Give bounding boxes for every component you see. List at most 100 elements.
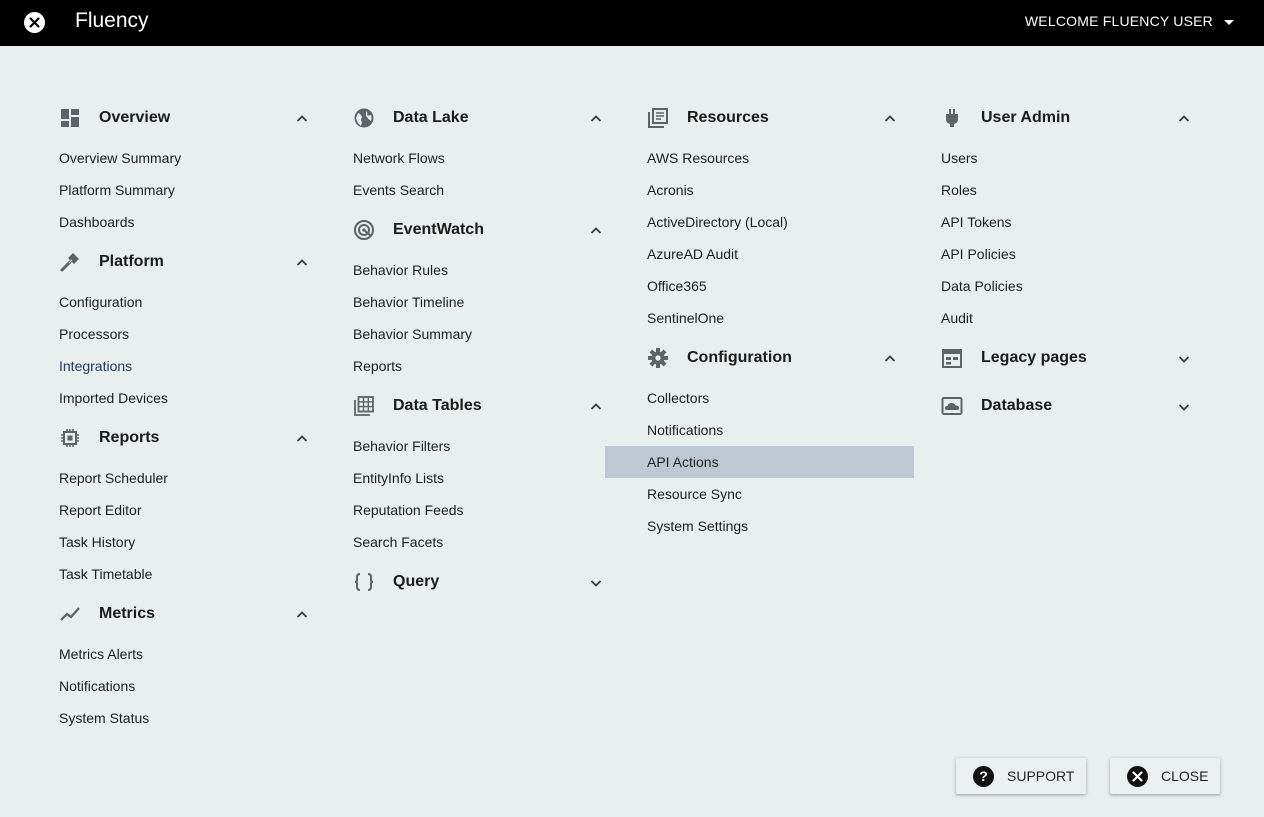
close-button[interactable]: CLOSE	[1110, 758, 1220, 794]
chevron-up-icon[interactable]	[296, 112, 308, 124]
section-title: Database	[981, 397, 1053, 414]
chevron-up-icon[interactable]	[296, 608, 308, 620]
menu-item-task-timetable[interactable]: Task Timetable	[32, 558, 326, 590]
menu-item-events-search[interactable]: Events Search	[326, 174, 620, 206]
cloud-storage-icon	[941, 395, 963, 417]
menu-column: Overview Overview Summary Platform Summary…	[32, 102, 326, 742]
chevron-up-icon[interactable]	[1178, 112, 1190, 124]
menu-item-entityinfo-lists[interactable]: EntityInfo Lists	[326, 462, 620, 494]
menu-item-notifications[interactable]: Notifications	[620, 414, 914, 446]
menu-item-behavior-summary[interactable]: Behavior Summary	[326, 318, 620, 350]
menu-item-notifications[interactable]: Notifications	[32, 670, 326, 702]
support-button[interactable]: ? SUPPORT	[956, 758, 1086, 794]
menu-item-api-policies[interactable]: API Policies	[914, 238, 1208, 270]
globe-icon	[353, 107, 375, 129]
section-header-legacy-pages[interactable]: Legacy pages	[914, 342, 1208, 374]
section-header-data-tables[interactable]: Data Tables	[326, 390, 620, 422]
section-items: Report Scheduler Report Editor Task Histor…	[32, 462, 326, 590]
section-header-configuration[interactable]: Configuration	[620, 342, 914, 374]
menu-item-system-settings[interactable]: System Settings	[620, 510, 914, 542]
plug-icon	[941, 107, 963, 129]
chevron-up-icon[interactable]	[590, 224, 602, 236]
section-title: Query	[393, 573, 440, 590]
chevron-down-icon[interactable]	[1178, 400, 1190, 412]
chevron-down-icon[interactable]	[1178, 352, 1190, 364]
menu-item-activedirectory-local[interactable]: ActiveDirectory (Local)	[620, 206, 914, 238]
chevron-up-icon[interactable]	[296, 256, 308, 268]
caret-down-icon	[1224, 19, 1234, 25]
chevron-up-icon[interactable]	[296, 432, 308, 444]
menu-item-search-facets[interactable]: Search Facets	[326, 526, 620, 558]
menu-item-overview-summary[interactable]: Overview Summary	[32, 142, 326, 174]
section-title: Reports	[99, 429, 160, 446]
menu-item-reputation-feeds[interactable]: Reputation Feeds	[326, 494, 620, 526]
menu-item-integrations[interactable]: Integrations	[32, 350, 326, 382]
menu-item-resource-sync[interactable]: Resource Sync	[620, 478, 914, 510]
close-menu-icon[interactable]	[24, 12, 45, 33]
chevron-up-icon[interactable]	[884, 112, 896, 124]
user-menu[interactable]: WELCOME FLUENCY USER	[1025, 13, 1234, 29]
menu-item-imported-devices[interactable]: Imported Devices	[32, 382, 326, 414]
menu-item-api-actions[interactable]: API Actions	[605, 446, 914, 478]
menu-item-collectors[interactable]: Collectors	[620, 382, 914, 414]
menu-item-data-policies[interactable]: Data Policies	[914, 270, 1208, 302]
menu-item-report-editor[interactable]: Report Editor	[32, 494, 326, 526]
section-title: Platform	[99, 253, 164, 270]
menu-column: User Admin Users Roles API Tokens API Polici…	[914, 102, 1208, 438]
menu-item-dashboards[interactable]: Dashboards	[32, 206, 326, 238]
section-title: Data Lake	[393, 109, 469, 126]
menu-item-reports[interactable]: Reports	[326, 350, 620, 382]
menu-item-processors[interactable]: Processors	[32, 318, 326, 350]
section-title: Resources	[687, 109, 769, 126]
chevron-down-icon[interactable]	[590, 576, 602, 588]
section-header-platform[interactable]: Platform	[32, 246, 326, 278]
menu-item-api-tokens[interactable]: API Tokens	[914, 206, 1208, 238]
section-header-user-admin[interactable]: User Admin	[914, 102, 1208, 134]
menu-item-platform-summary[interactable]: Platform Summary	[32, 174, 326, 206]
menu-item-network-flows[interactable]: Network Flows	[326, 142, 620, 174]
menu-item-azuread-audit[interactable]: AzureAD Audit	[620, 238, 914, 270]
top-bar: Fluency WELCOME FLUENCY USER	[0, 0, 1264, 46]
section-header-overview[interactable]: Overview	[32, 102, 326, 134]
radar-icon	[353, 219, 375, 241]
chevron-up-icon[interactable]	[590, 400, 602, 412]
menu-item-aws-resources[interactable]: AWS Resources	[620, 142, 914, 174]
menu-item-system-status[interactable]: System Status	[32, 702, 326, 734]
section-title: Overview	[99, 109, 171, 126]
chevron-up-icon[interactable]	[590, 112, 602, 124]
section-header-reports[interactable]: Reports	[32, 422, 326, 454]
menu-item-sentinelone[interactable]: SentinelOne	[620, 302, 914, 334]
section-items: Behavior Filters EntityInfo Lists Reputati…	[326, 430, 620, 558]
menu-item-acronis[interactable]: Acronis	[620, 174, 914, 206]
section-header-resources[interactable]: Resources	[620, 102, 914, 134]
section-header-data-lake[interactable]: Data Lake	[326, 102, 620, 134]
section-header-metrics[interactable]: Metrics	[32, 598, 326, 630]
menu-item-audit[interactable]: Audit	[914, 302, 1208, 334]
section-title: User Admin	[981, 109, 1071, 126]
menu-item-behavior-filters[interactable]: Behavior Filters	[326, 430, 620, 462]
menu-item-configuration[interactable]: Configuration	[32, 286, 326, 318]
menu-item-roles[interactable]: Roles	[914, 174, 1208, 206]
chevron-up-icon[interactable]	[884, 352, 896, 364]
close-button-label: CLOSE	[1161, 768, 1209, 784]
section-items: Users Roles API Tokens API Policies Data Pol…	[914, 142, 1208, 334]
menu-item-behavior-timeline[interactable]: Behavior Timeline	[326, 286, 620, 318]
menu-item-task-history[interactable]: Task History	[32, 526, 326, 558]
menu-item-office365[interactable]: Office365	[620, 270, 914, 302]
menu-item-users[interactable]: Users	[914, 142, 1208, 174]
braces-icon	[353, 571, 375, 593]
section-header-database[interactable]: Database	[914, 390, 1208, 422]
menu-item-report-scheduler[interactable]: Report Scheduler	[32, 462, 326, 494]
menu-column: Data Lake Network Flows Events Search Event…	[326, 102, 620, 614]
section-header-query[interactable]: Query	[326, 566, 620, 598]
section-items: AWS Resources Acronis ActiveDirectory (Loc…	[620, 142, 914, 334]
menu-item-behavior-rules[interactable]: Behavior Rules	[326, 254, 620, 286]
table-icon	[353, 395, 375, 417]
gear-icon	[647, 347, 669, 369]
section-header-eventwatch[interactable]: EventWatch	[326, 214, 620, 246]
section-title: EventWatch	[393, 221, 484, 238]
section-title: Metrics	[99, 605, 156, 622]
menu-item-metrics-alerts[interactable]: Metrics Alerts	[32, 638, 326, 670]
section-items: Network Flows Events Search	[326, 142, 620, 206]
section-items: Collectors Notifications API Actions Resour…	[605, 382, 914, 542]
